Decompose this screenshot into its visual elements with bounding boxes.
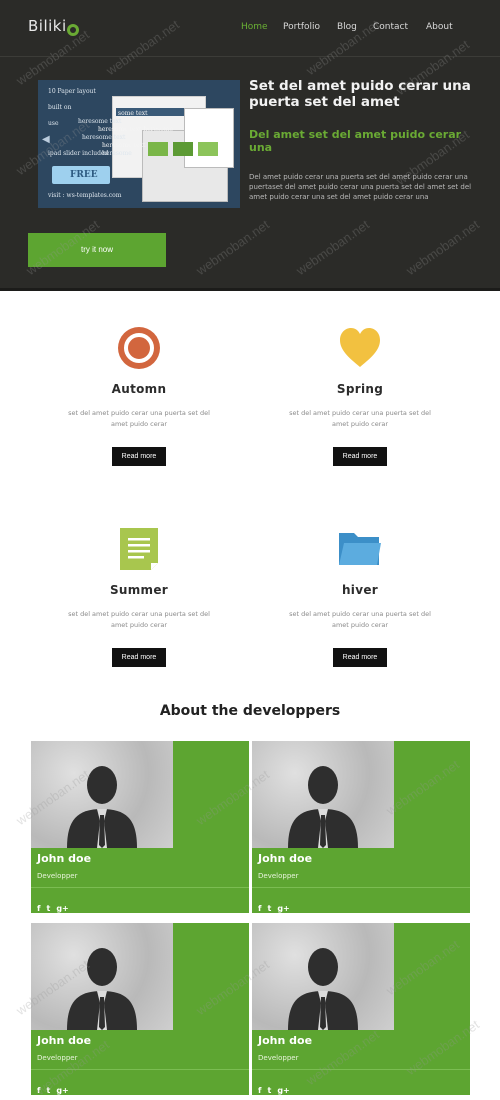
card-divider <box>31 887 249 888</box>
slider-text: 10 Paper layout <box>48 88 96 95</box>
person-silhouette-icon <box>67 948 137 1030</box>
hero-slider-image[interactable]: ◀ 10 Paper layout built on some text her… <box>38 80 240 208</box>
developer-card: John doe Developper f t g+ <box>31 923 249 1095</box>
avatar <box>252 923 394 1030</box>
feature-automn: Automn set del amet puido cerar una puer… <box>29 326 249 471</box>
read-more-button[interactable]: Read more <box>112 447 166 466</box>
try-it-now-button[interactable]: try it now <box>28 233 166 267</box>
slider-text: visit : ws-templates.com <box>48 192 122 199</box>
developer-card: John doe Developper f t g+ <box>252 923 470 1095</box>
nav-portfolio[interactable]: Portfolio <box>283 22 320 32</box>
slider-text: heresome text <box>102 142 146 149</box>
main-nav: Home Portfolio Blog Contact About <box>0 22 500 36</box>
slider-thumbnail <box>173 142 193 156</box>
google-plus-icon[interactable]: g+ <box>277 1086 289 1095</box>
person-silhouette-icon <box>288 766 358 848</box>
slider-thumbnail <box>198 142 218 156</box>
twitter-icon[interactable]: t <box>267 904 271 913</box>
google-plus-icon[interactable]: g+ <box>56 904 68 913</box>
card-divider <box>252 1069 470 1070</box>
twitter-icon[interactable]: t <box>46 904 50 913</box>
slider-text: use <box>48 120 59 127</box>
slider-text: ipad slider included <box>48 150 109 157</box>
developer-role: Developper <box>258 1054 299 1062</box>
social-links: f t g+ <box>258 1078 296 1095</box>
document-icon <box>117 527 161 571</box>
developer-role: Developper <box>37 1054 78 1062</box>
facebook-icon[interactable]: f <box>37 904 40 913</box>
developer-role: Developper <box>258 872 299 880</box>
feature-text: set del amet puido cerar una puerta set … <box>68 409 210 428</box>
slider-text: heresome text heresome <box>98 126 174 133</box>
feature-title: Summer <box>109 583 169 597</box>
read-more-button[interactable]: Read more <box>112 648 166 667</box>
developer-name: John doe <box>258 852 313 865</box>
read-more-button[interactable]: Read more <box>333 648 387 667</box>
slider-text: heresome text <box>78 118 122 125</box>
slider-mockup-frame <box>184 108 234 168</box>
nav-home[interactable]: Home <box>241 22 268 32</box>
feature-spring: Spring set del amet puido cerar una puer… <box>250 326 470 471</box>
avatar <box>31 923 173 1030</box>
social-links: f t g+ <box>258 896 296 913</box>
feature-title: Spring <box>336 382 384 396</box>
slider-text: heresome text <box>82 134 126 141</box>
social-links: f t g+ <box>37 896 75 913</box>
avatar <box>252 741 394 848</box>
feature-text: set del amet puido cerar una puerta set … <box>68 610 210 629</box>
slider-prev-icon[interactable]: ◀ <box>42 134 50 145</box>
google-plus-icon[interactable]: g+ <box>56 1086 68 1095</box>
slider-thumbnail <box>148 142 168 156</box>
slider-text: built on <box>48 104 72 111</box>
feature-title: hiver <box>341 583 379 597</box>
person-silhouette-icon <box>67 766 137 848</box>
target-ring-icon <box>117 326 161 370</box>
developer-name: John doe <box>37 852 92 865</box>
twitter-icon[interactable]: t <box>46 1086 50 1095</box>
developer-name: John doe <box>258 1034 313 1047</box>
folder-icon <box>338 527 382 571</box>
hero-body: Del amet puido cerar una puerta set del … <box>249 173 472 201</box>
facebook-icon[interactable]: f <box>37 1086 40 1095</box>
slider-free-label: FREE <box>70 170 98 180</box>
feature-hiver: hiver set del amet puido cerar una puert… <box>250 527 470 672</box>
heart-icon <box>338 326 382 370</box>
feature-text: set del amet puido cerar una puerta set … <box>289 409 431 428</box>
person-silhouette-icon <box>288 948 358 1030</box>
nav-contact[interactable]: Contact <box>373 22 408 32</box>
social-links: f t g+ <box>37 1078 75 1095</box>
developer-name: John doe <box>37 1034 92 1047</box>
card-divider <box>31 1069 249 1070</box>
feature-text: set del amet puido cerar una puerta set … <box>289 610 431 629</box>
hero-subtitle: Del amet set del amet puido cerar una <box>249 128 462 154</box>
developer-card: John doe Developper f t g+ <box>252 741 470 913</box>
avatar <box>31 741 173 848</box>
google-plus-icon[interactable]: g+ <box>277 904 289 913</box>
feature-summer: Summer set del amet puido cerar una puer… <box>29 527 249 672</box>
hero-title: Set del amet puido cerar una puerta set … <box>249 78 471 110</box>
nav-about[interactable]: About <box>426 22 453 32</box>
hero-divider <box>0 288 500 291</box>
twitter-icon[interactable]: t <box>267 1086 271 1095</box>
read-more-button[interactable]: Read more <box>333 447 387 466</box>
slider-text: some text <box>118 110 148 117</box>
nav-divider <box>0 56 500 57</box>
nav-blog[interactable]: Blog <box>337 22 357 32</box>
facebook-icon[interactable]: f <box>258 904 261 913</box>
developer-role: Developper <box>37 872 78 880</box>
about-section-title: About the developpers <box>159 703 341 719</box>
facebook-icon[interactable]: f <box>258 1086 261 1095</box>
feature-title: Automn <box>111 382 167 396</box>
developer-card: John doe Developper f t g+ <box>31 741 249 913</box>
card-divider <box>252 887 470 888</box>
